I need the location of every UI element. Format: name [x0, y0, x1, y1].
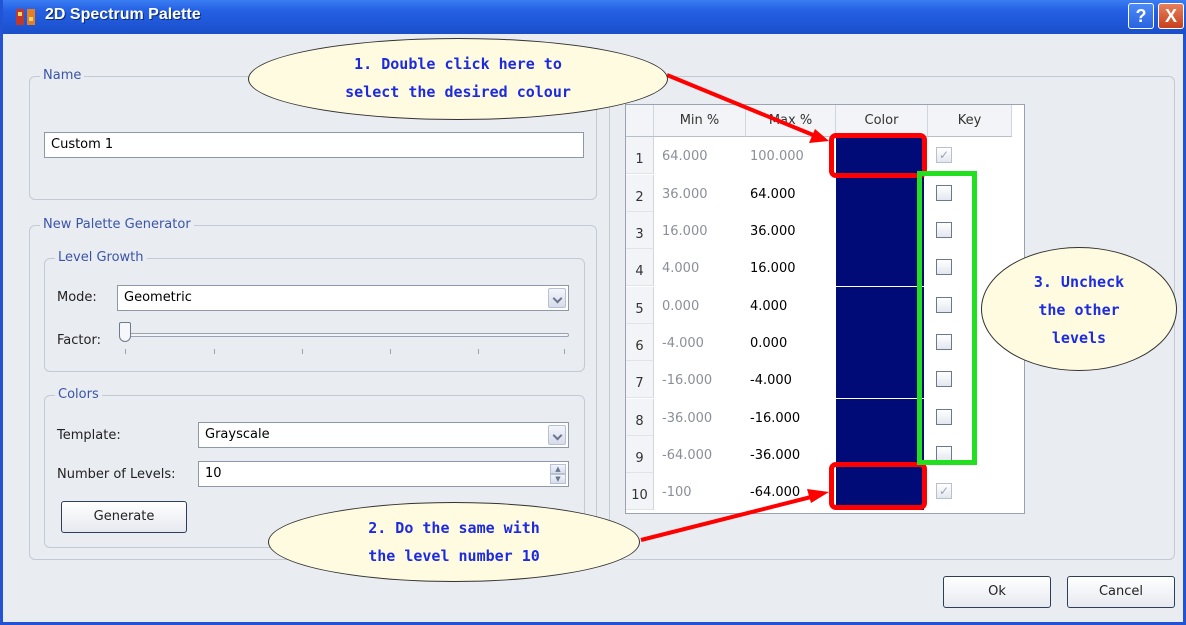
palette-generator-legend: New Palette Generator	[40, 217, 194, 232]
cell-min[interactable]: -64.000	[662, 448, 712, 463]
row-number: 3	[626, 212, 654, 249]
number-of-levels-label: Number of Levels:	[57, 467, 176, 482]
factor-slider-handle[interactable]	[119, 322, 131, 342]
row-number: 5	[626, 287, 654, 324]
slider-tick	[390, 349, 391, 354]
number-of-levels-stepper[interactable]: 10 ▲ ▼	[198, 461, 569, 487]
row-number: 6	[626, 324, 654, 361]
cell-min[interactable]: -16.000	[662, 373, 712, 388]
cell-min[interactable]: -100	[662, 485, 692, 500]
cell-max[interactable]: 100.000	[750, 149, 804, 164]
callout-1-line-2: select the desired colour	[345, 83, 571, 101]
slider-tick	[214, 349, 215, 354]
row-number: 2	[626, 175, 654, 212]
cell-min[interactable]: 36.000	[662, 187, 708, 202]
callout-1-line-1: 1. Double click here to	[354, 55, 562, 73]
highlight-row1-color	[829, 133, 927, 178]
level-growth-group: Level Growth	[44, 250, 585, 372]
level-growth-legend: Level Growth	[55, 250, 147, 265]
factor-label: Factor:	[57, 333, 101, 348]
template-label: Template:	[57, 428, 121, 443]
callout-3-line-2: the other	[1038, 301, 1120, 319]
cell-min[interactable]: 0.000	[662, 299, 699, 314]
cell-max[interactable]: -36.000	[750, 448, 800, 463]
cell-min[interactable]: -36.000	[662, 411, 712, 426]
cell-min[interactable]: -4.000	[662, 336, 704, 351]
chevron-down-icon[interactable]	[548, 288, 566, 308]
callout-2: 2. Do the same with the level number 10	[268, 502, 640, 582]
mode-value: Geometric	[124, 290, 192, 305]
cell-color[interactable]	[836, 175, 924, 212]
factor-slider-track[interactable]	[123, 333, 569, 337]
callout-3-line-1: 3. Uncheck	[1033, 273, 1125, 291]
app-icon	[16, 9, 35, 25]
cell-color[interactable]	[836, 249, 924, 286]
row-number: 1	[626, 137, 654, 174]
slider-tick	[302, 349, 303, 354]
callout-2-line-1: 2. Do the same with	[368, 519, 540, 537]
cell-max[interactable]: 36.000	[750, 224, 796, 239]
help-button[interactable]: ?	[1128, 3, 1154, 29]
template-select[interactable]: Grayscale	[198, 422, 569, 448]
cancel-button[interactable]: Cancel	[1067, 576, 1175, 608]
cell-max[interactable]: 64.000	[750, 187, 796, 202]
cell-max[interactable]: 4.000	[750, 299, 787, 314]
cell-max[interactable]: -64.000	[750, 485, 800, 500]
cell-color[interactable]	[836, 287, 924, 324]
number-of-levels-value: 10	[205, 466, 222, 481]
mode-select[interactable]: Geometric	[117, 285, 569, 311]
row-number: 7	[626, 361, 654, 398]
slider-tick	[125, 349, 126, 354]
dialog-window: 2D Spectrum Palette ? X Name Custom 1 Ne…	[0, 0, 1186, 625]
spin-up-icon[interactable]: ▲	[550, 464, 566, 474]
callout-3-line-3: levels	[1051, 329, 1107, 347]
cell-max[interactable]: -16.000	[750, 411, 800, 426]
cell-color[interactable]	[836, 324, 924, 361]
spin-down-icon[interactable]: ▼	[550, 474, 566, 484]
cell-max[interactable]: -4.000	[750, 373, 792, 388]
callout-1: 1. Double click here to select the desir…	[248, 38, 668, 120]
callout-2-line-2: the level number 10	[368, 547, 540, 565]
key-checkbox[interactable]: ✓	[936, 483, 952, 499]
row-number: 4	[626, 249, 654, 286]
cell-color[interactable]	[836, 361, 924, 398]
highlight-row10-color	[829, 462, 927, 510]
row-number: 10	[626, 473, 654, 510]
highlight-key-checkboxes	[917, 171, 977, 465]
slider-tick	[478, 349, 479, 354]
cell-min[interactable]: 16.000	[662, 224, 708, 239]
chevron-down-icon[interactable]	[548, 425, 566, 445]
column-header-key[interactable]: Key	[928, 105, 1012, 137]
title-bar[interactable]: 2D Spectrum Palette ? X	[3, 0, 1186, 34]
callout-3: 3. Uncheck the other levels	[981, 247, 1177, 371]
cell-min[interactable]: 64.000	[662, 149, 708, 164]
generate-button[interactable]: Generate	[61, 501, 187, 533]
row-number: 8	[626, 399, 654, 436]
spin-buttons[interactable]: ▲ ▼	[550, 464, 566, 484]
colors-legend: Colors	[55, 387, 102, 402]
ok-button[interactable]: Ok	[943, 576, 1051, 608]
name-legend: Name	[40, 68, 85, 83]
mode-label: Mode:	[57, 290, 97, 305]
cell-min[interactable]: 4.000	[662, 261, 699, 276]
window-title: 2D Spectrum Palette	[45, 6, 201, 23]
cell-max[interactable]: 16.000	[750, 261, 796, 276]
key-checkbox[interactable]: ✓	[936, 147, 952, 163]
name-input[interactable]: Custom 1	[44, 132, 584, 158]
cell-color[interactable]	[836, 212, 924, 249]
cell-max[interactable]: 0.000	[750, 336, 787, 351]
cell-color[interactable]	[836, 399, 924, 436]
slider-tick	[564, 349, 565, 354]
row-number: 9	[626, 436, 654, 473]
table-corner	[626, 105, 654, 137]
template-value: Grayscale	[205, 427, 270, 442]
column-header-max[interactable]: Max %	[746, 105, 836, 137]
close-button[interactable]: X	[1158, 3, 1184, 29]
column-header-min[interactable]: Min %	[654, 105, 746, 137]
